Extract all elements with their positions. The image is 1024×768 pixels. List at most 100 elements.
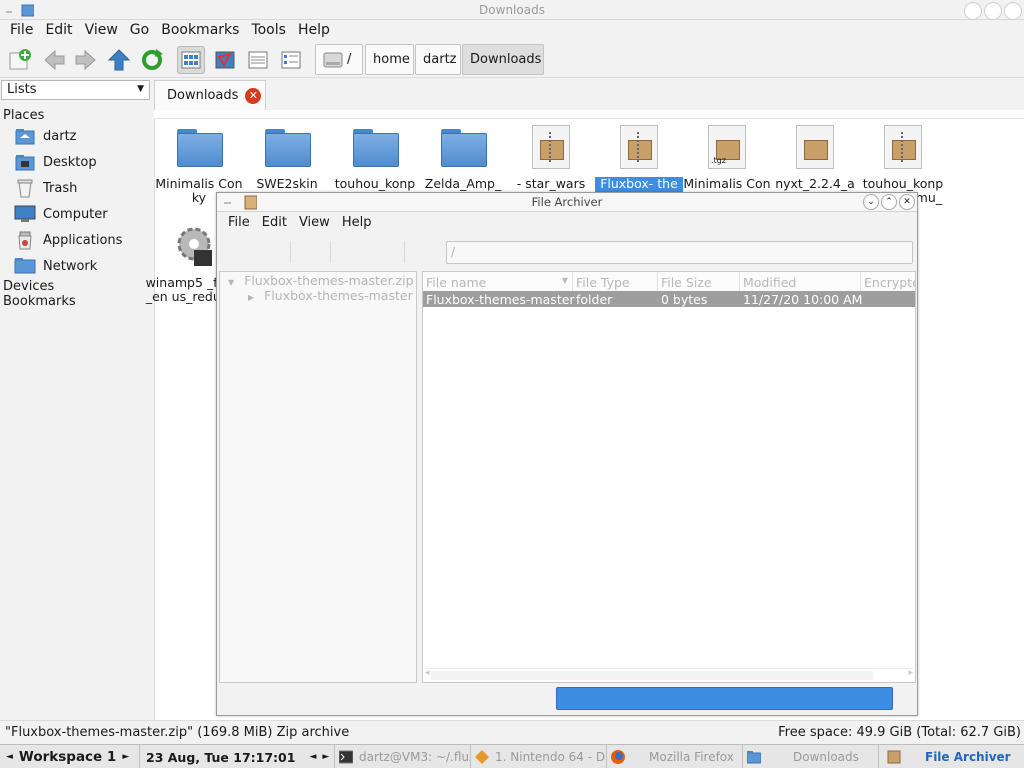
deb-package-icon bbox=[790, 123, 840, 171]
menu-view[interactable]: View bbox=[79, 20, 124, 40]
tree-node-folder[interactable]: ▶ Fluxbox-themes-master bbox=[248, 288, 413, 303]
column-modified[interactable]: Modified bbox=[740, 272, 861, 292]
window-titlebar[interactable]: Downloads bbox=[0, 0, 1024, 20]
task-file-archiver-active[interactable]: File Archiver bbox=[879, 745, 1024, 768]
menu-help[interactable]: Help bbox=[292, 20, 336, 40]
menu-file[interactable]: File bbox=[4, 20, 39, 40]
terminal-icon bbox=[339, 750, 353, 764]
scrollbar-thumb[interactable] bbox=[431, 671, 873, 680]
place-computer[interactable]: Computer bbox=[14, 202, 108, 226]
icon-view-button[interactable] bbox=[177, 46, 205, 74]
reload-button[interactable] bbox=[138, 46, 166, 74]
task-audio-player[interactable]: 1. Nintendo 64 - Da bbox=[471, 745, 607, 768]
workspace-switcher[interactable]: ◄ Workspace 1 ► bbox=[0, 745, 140, 768]
compact-view-button[interactable] bbox=[244, 46, 272, 74]
selection-status: "Fluxbox-themes-master.zip" (169.8 MiB) … bbox=[5, 725, 350, 740]
scroll-right-icon[interactable]: ▸ bbox=[908, 668, 913, 678]
place-applications[interactable]: Applications bbox=[14, 228, 122, 252]
thumbnail-view-button[interactable] bbox=[211, 46, 239, 74]
horizontal-scrollbar[interactable]: ◂ ▸ bbox=[425, 668, 913, 680]
task-next-icon[interactable]: ► bbox=[322, 752, 329, 762]
arrow-right-icon bbox=[75, 49, 96, 71]
tree-node-archive[interactable]: ▼ Fluxbox-themes-master.zip bbox=[228, 273, 414, 288]
column-file-type[interactable]: File Type bbox=[573, 272, 658, 292]
cell-modified: 11/27/20 10:00 AM bbox=[743, 292, 863, 307]
places-heading[interactable]: Places bbox=[3, 108, 44, 123]
archiver-maximize-button[interactable]: ⌃ bbox=[881, 194, 897, 210]
tree-expander-icon[interactable]: ▼ bbox=[228, 278, 234, 287]
breadcrumb-dartz-label: dartz bbox=[423, 52, 457, 67]
place-desktop[interactable]: Desktop bbox=[14, 150, 97, 174]
place-network[interactable]: Network bbox=[14, 254, 97, 278]
file-archiver-window[interactable]: File Archiver ⌄ ⌃ ✕ File Edit View Help … bbox=[216, 192, 918, 716]
archiver-menu-file[interactable]: File bbox=[222, 212, 256, 234]
table-row-selected[interactable]: Fluxbox-themes-master folder 0 bytes 11/… bbox=[423, 291, 915, 307]
minimize-button[interactable] bbox=[964, 2, 982, 20]
new-tab-icon bbox=[9, 49, 31, 70]
breadcrumb-home-label: home bbox=[373, 52, 410, 67]
scroll-left-icon[interactable]: ◂ bbox=[425, 668, 430, 678]
archiver-progress-bar bbox=[556, 687, 893, 710]
thumbnail-view-icon bbox=[215, 51, 235, 69]
network-icon bbox=[14, 256, 36, 276]
place-label: Desktop bbox=[43, 154, 97, 170]
workspace-next-icon[interactable]: ► bbox=[122, 752, 129, 762]
menu-bookmarks[interactable]: Bookmarks bbox=[155, 20, 245, 40]
close-button[interactable] bbox=[1004, 2, 1022, 20]
cell-file-type: folder bbox=[576, 292, 613, 307]
bookmarks-heading[interactable]: Bookmarks bbox=[3, 294, 76, 309]
tgz-archive-icon: .tgz bbox=[702, 123, 752, 171]
file-extension-label: .tgz bbox=[711, 156, 726, 165]
zip-archive-icon bbox=[614, 123, 664, 171]
task-label: Downloads bbox=[793, 750, 859, 764]
breadcrumb-home[interactable]: home bbox=[365, 44, 414, 75]
task-downloads[interactable]: Downloads bbox=[743, 745, 879, 768]
archiver-titlebar[interactable]: File Archiver ⌄ ⌃ ✕ bbox=[217, 193, 917, 212]
close-tab-icon[interactable]: ✕ bbox=[245, 87, 262, 104]
compact-view-icon bbox=[248, 51, 268, 69]
menu-tools[interactable]: Tools bbox=[245, 20, 292, 40]
task-firefox[interactable]: Mozilla Firefox bbox=[607, 745, 743, 768]
maximize-button[interactable] bbox=[984, 2, 1002, 20]
column-encrypted[interactable]: Encrypted bbox=[861, 272, 915, 292]
breadcrumb-dartz[interactable]: dartz bbox=[415, 44, 461, 75]
side-pane: Lists ▼ Places dartz Desktop Trash Compu… bbox=[0, 78, 154, 720]
archiver-menu-view[interactable]: View bbox=[293, 212, 336, 234]
devices-heading[interactable]: Devices bbox=[3, 279, 54, 294]
back-button[interactable] bbox=[40, 46, 68, 74]
task-terminal[interactable]: dartz@VM3: ~/.flux bbox=[335, 745, 471, 768]
archiver-location-field[interactable]: / bbox=[446, 241, 913, 264]
task-label: dartz@VM3: ~/.flux bbox=[359, 750, 471, 764]
forward-button[interactable] bbox=[72, 46, 100, 74]
archiver-folder-tree[interactable]: ▼ Fluxbox-themes-master.zip ▶ Fluxbox-th… bbox=[219, 271, 417, 683]
archiver-menu-help[interactable]: Help bbox=[336, 212, 378, 234]
place-trash[interactable]: Trash bbox=[14, 176, 77, 200]
file-item[interactable]: - star_wars bbox=[507, 123, 595, 191]
tree-expander-icon[interactable]: ▶ bbox=[248, 293, 254, 302]
task-prev-icon[interactable]: ◄ bbox=[309, 752, 316, 762]
menu-go[interactable]: Go bbox=[124, 20, 155, 40]
column-file-name[interactable]: File name ▼ bbox=[423, 272, 573, 292]
column-file-size[interactable]: File Size bbox=[658, 272, 740, 292]
side-pane-mode-select[interactable]: Lists ▼ bbox=[1, 80, 150, 100]
up-button[interactable] bbox=[105, 46, 133, 74]
menu-edit[interactable]: Edit bbox=[39, 20, 78, 40]
archiver-file-list[interactable]: File name ▼ File Type File Size Modified… bbox=[422, 271, 916, 683]
folder-icon bbox=[350, 123, 400, 171]
breadcrumb-downloads[interactable]: Downloads bbox=[462, 44, 544, 75]
archiver-menu-edit[interactable]: Edit bbox=[256, 212, 293, 234]
archiver-minimize-button[interactable]: ⌄ bbox=[863, 194, 879, 210]
task-label: File Archiver bbox=[925, 750, 1011, 764]
place-dartz[interactable]: dartz bbox=[14, 124, 76, 148]
archiver-close-button[interactable]: ✕ bbox=[899, 194, 915, 210]
place-label: Applications bbox=[43, 232, 123, 248]
new-tab-button[interactable] bbox=[6, 46, 34, 74]
sort-indicator-icon: ▼ bbox=[561, 276, 568, 285]
tab-downloads[interactable]: Downloads ✕ bbox=[154, 80, 266, 110]
drive-icon bbox=[323, 52, 343, 67]
file-item[interactable]: SWE2skin bbox=[243, 123, 331, 191]
file-label: - star_wars bbox=[516, 177, 586, 191]
breadcrumb-root[interactable]: / bbox=[315, 44, 363, 75]
detailed-list-view-button[interactable] bbox=[277, 46, 305, 74]
workspace-prev-icon[interactable]: ◄ bbox=[6, 752, 13, 762]
